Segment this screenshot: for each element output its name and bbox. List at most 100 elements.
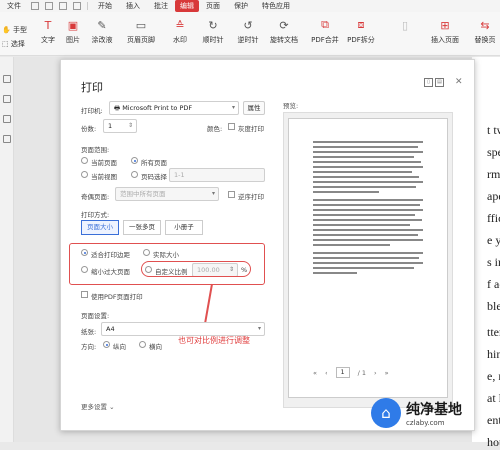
paper-select[interactable]: A4 ▾ [101, 322, 265, 336]
highlight-oval [141, 261, 251, 277]
toolbar: ✋ 手型 ⬚ 选择 T 文字 ▣ 图片 ✎ 涂改液 ▭ 页眉页脚 ≙ 水印 ↻ 顺时针 ↺ 逆… [0, 12, 500, 56]
close-icon[interactable]: ✕ [455, 77, 463, 87]
properties-button[interactable]: 属性 [243, 101, 265, 115]
dialog-title: 打印 [81, 81, 103, 94]
rotate-cw-tool[interactable]: ↻ 顺时针 [198, 18, 228, 45]
hand-tool[interactable]: ✋ 手型 [2, 25, 27, 35]
mode-page-size[interactable]: 页面大小 [81, 220, 119, 235]
pdf-split-tool[interactable]: ⧈ PDF拆分 [346, 18, 376, 45]
page-total: / 1 [357, 368, 366, 377]
split-icon: ⧈ [357, 18, 365, 31]
logo-url: czlaby.com [406, 419, 445, 427]
direction-label: 方向: [81, 343, 97, 351]
stepper-icon: ⇕ [127, 122, 133, 129]
pdf-merge-tool[interactable]: ⧉ PDF合并 [310, 18, 340, 45]
copies-label: 份数: [81, 125, 97, 133]
insert-page-icon: ⊞ [440, 18, 450, 32]
range-view-label: 当前视图 [91, 173, 117, 181]
watermark-logo: ⌂ 纯净基地 czlaby.com [371, 398, 462, 428]
mode-multi-page[interactable]: 一张多页 [123, 220, 161, 235]
paper-label: 纸张: [81, 328, 97, 336]
reverse-checkbox[interactable] [228, 191, 235, 198]
print-dialog: 打印 ▯ ▤ ✕ 打印机: 🖶 Microsoft Print to PDF ▾… [60, 59, 475, 431]
preview-area [283, 112, 453, 408]
printer-icon: 🖶 [114, 104, 123, 112]
more-settings-link[interactable]: 更多设置 ⌄ [81, 401, 115, 411]
menu-features[interactable]: 特色应用 [255, 1, 297, 11]
copies-stepper[interactable]: 1 ⇕ [103, 119, 137, 133]
rotate-ccw-tool[interactable]: ↺ 逆时针 [233, 18, 263, 45]
color-label: 颜色: [207, 125, 223, 133]
left-sidebar [0, 57, 14, 442]
next-page-icon[interactable]: › [374, 369, 377, 377]
insert-page-tool[interactable]: ⊞ 插入页面 [430, 18, 460, 45]
range-current-label: 当前页面 [91, 159, 117, 167]
pager: « ‹ 1 / 1 › » [313, 367, 389, 378]
portrait-radio[interactable] [103, 341, 110, 348]
header-footer-tool[interactable]: ▭ 页眉页脚 [126, 18, 156, 45]
last-page-icon[interactable]: » [385, 369, 389, 377]
single-page-view-icon[interactable]: ▯ [424, 78, 433, 87]
prev-page-icon[interactable]: ‹ [325, 369, 328, 377]
mode-booklet[interactable]: 小册子 [165, 220, 203, 235]
replace-page-tool[interactable]: ⇆ 替换页 [470, 18, 500, 45]
preview-text [313, 141, 423, 277]
range-pages-radio[interactable] [131, 171, 138, 178]
printer-select[interactable]: 🖶 Microsoft Print to PDF ▾ [109, 101, 239, 115]
print-icon[interactable] [59, 2, 67, 10]
comment-icon[interactable] [3, 115, 11, 123]
range-all-label: 所有页面 [141, 159, 167, 167]
logo-title: 纯净基地 [406, 402, 462, 418]
dim-tool[interactable]: ▯ [390, 18, 420, 35]
image-tool[interactable]: ▣ 图片 [58, 18, 88, 45]
menu-edit[interactable]: 编辑 [175, 0, 199, 12]
subset-select[interactable]: 范围中所有页面 ▾ [115, 187, 219, 201]
undo-icon[interactable] [73, 2, 81, 10]
chevron-down-icon: ▾ [257, 325, 261, 332]
watermark-tool[interactable]: ≙ 水印 [165, 18, 195, 45]
range-current-radio[interactable] [81, 157, 88, 164]
first-page-icon[interactable]: « [313, 369, 317, 377]
save-icon[interactable] [31, 2, 39, 10]
menu-protect[interactable]: 保护 [227, 1, 255, 11]
rotate-doc-tool[interactable]: ⟳ 旋转文档 [269, 18, 299, 45]
menu-page[interactable]: 页面 [199, 1, 227, 11]
pdf-page-print-label: 使用PDF页面打印 [91, 293, 143, 301]
select-tool[interactable]: ⬚ 选择 [2, 39, 25, 49]
page-range-input[interactable]: 1-1 [169, 168, 265, 182]
bookmark-icon[interactable] [3, 95, 11, 103]
divider [87, 2, 88, 10]
watermark-icon: ≙ [175, 18, 185, 32]
portrait-label: 纵向 [113, 343, 126, 351]
pdf-page-print-checkbox[interactable] [81, 291, 88, 298]
page-setup-label: 页面设置: [81, 312, 110, 320]
page-number-input[interactable]: 1 [335, 367, 350, 378]
logo-icon: ⌂ [371, 398, 401, 428]
menu-comment[interactable]: 批注 [147, 1, 175, 11]
preview-page [288, 118, 448, 398]
search-icon[interactable] [3, 135, 11, 143]
chevron-down-icon: ▾ [211, 190, 215, 197]
text-icon: T [44, 18, 52, 32]
rotate-doc-icon: ⟳ [279, 18, 289, 32]
landscape-radio[interactable] [139, 341, 146, 348]
image-icon: ▣ [67, 18, 79, 32]
range-all-radio[interactable] [131, 157, 138, 164]
subset-label: 奇偶页面: [81, 193, 110, 201]
chevron-down-icon: ▾ [231, 104, 235, 111]
preview-label: 预览: [283, 102, 299, 110]
page-range-label: 页面范围: [81, 146, 110, 154]
menu-start[interactable]: 开始 [91, 1, 119, 11]
menu-file[interactable]: 文件 [0, 1, 28, 11]
grayscale-checkbox[interactable] [228, 123, 235, 130]
multi-page-view-icon[interactable]: ▤ [435, 78, 444, 87]
header-footer-icon: ▭ [135, 18, 147, 32]
print-mode-label: 打印方式: [81, 211, 110, 219]
open-icon[interactable] [45, 2, 53, 10]
annotation-text: 也可对比例进行调整 [178, 336, 250, 345]
range-view-radio[interactable] [81, 171, 88, 178]
menu-insert[interactable]: 插入 [119, 1, 147, 11]
reverse-label: 逆序打印 [238, 193, 264, 201]
correction-tool[interactable]: ✎ 涂改液 [87, 18, 117, 45]
thumbnail-icon[interactable] [3, 75, 11, 83]
